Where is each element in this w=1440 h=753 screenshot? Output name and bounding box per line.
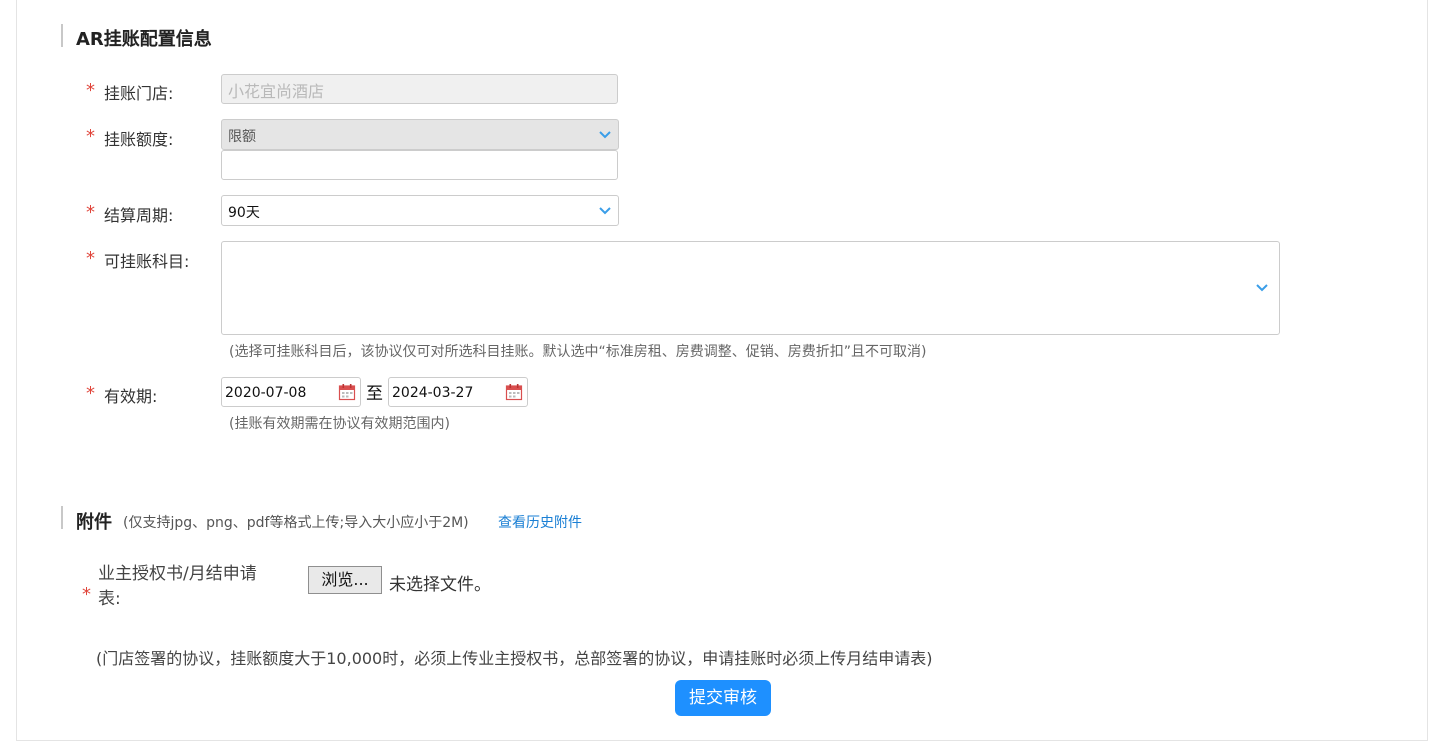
required-mark: * <box>86 202 95 223</box>
limit-select[interactable]: 限额 <box>221 119 619 150</box>
history-attachments-link[interactable]: 查看历史附件 <box>498 512 582 532</box>
cycle-label: 结算周期: <box>104 206 174 225</box>
form-panel <box>16 0 1428 741</box>
date-separator: 至 <box>366 384 383 404</box>
chevron-down-icon <box>599 131 611 139</box>
chevron-down-icon <box>1256 284 1268 292</box>
start-date-value: 2020-07-08 <box>225 384 307 401</box>
required-mark: * <box>86 80 95 101</box>
submit-button[interactable]: 提交审核 <box>675 680 771 716</box>
subjects-multiselect[interactable] <box>221 241 1280 335</box>
validity-label: 有效期: <box>104 387 158 406</box>
chevron-down-icon <box>599 207 611 215</box>
subjects-label: 可挂账科目: <box>104 252 190 271</box>
section-bar <box>61 24 63 47</box>
start-date-input[interactable]: 2020-07-08 <box>221 377 361 407</box>
cycle-select[interactable]: 90天 <box>221 195 619 226</box>
required-mark: * <box>82 584 91 605</box>
limit-selected: 限额 <box>228 128 256 145</box>
section-title-attachments: 附件 <box>76 512 112 533</box>
required-mark: * <box>86 126 95 147</box>
store-value: 小花宜尚酒店 <box>228 82 325 102</box>
no-file-text: 未选择文件。 <box>389 575 491 595</box>
end-date-value: 2024-03-27 <box>392 384 474 401</box>
validity-hint: (挂账有效期需在协议有效期范围内) <box>229 416 450 432</box>
attachment-format-note: (仅支持jpg、png、pdf等格式上传;导入大小应小于2M) <box>123 515 469 531</box>
calendar-icon[interactable] <box>338 383 356 401</box>
required-mark: * <box>86 248 95 269</box>
upload-label-line1: 业主授权书/月结申请 <box>98 564 257 584</box>
upload-note: (门店签署的协议，挂账额度大于10,000时，必须上传业主授权书，总部签署的协议… <box>96 649 933 668</box>
required-mark: * <box>86 383 95 404</box>
store-input: 小花宜尚酒店 <box>221 74 618 104</box>
section-title-ar: AR挂账配置信息 <box>76 29 212 50</box>
store-label: 挂账门店: <box>104 84 174 103</box>
subjects-hint: (选择可挂账科目后，该协议仅可对所选科目挂账。默认选中“标准房租、房费调整、促销… <box>229 344 927 360</box>
calendar-icon[interactable] <box>505 383 523 401</box>
cycle-selected: 90天 <box>228 204 260 221</box>
section-bar <box>61 506 63 529</box>
browse-button[interactable]: 浏览... <box>308 566 382 594</box>
upload-label-line2: 表: <box>98 589 121 609</box>
limit-amount-input[interactable] <box>221 150 618 180</box>
end-date-input[interactable]: 2024-03-27 <box>388 377 528 407</box>
limit-label: 挂账额度: <box>104 130 174 149</box>
